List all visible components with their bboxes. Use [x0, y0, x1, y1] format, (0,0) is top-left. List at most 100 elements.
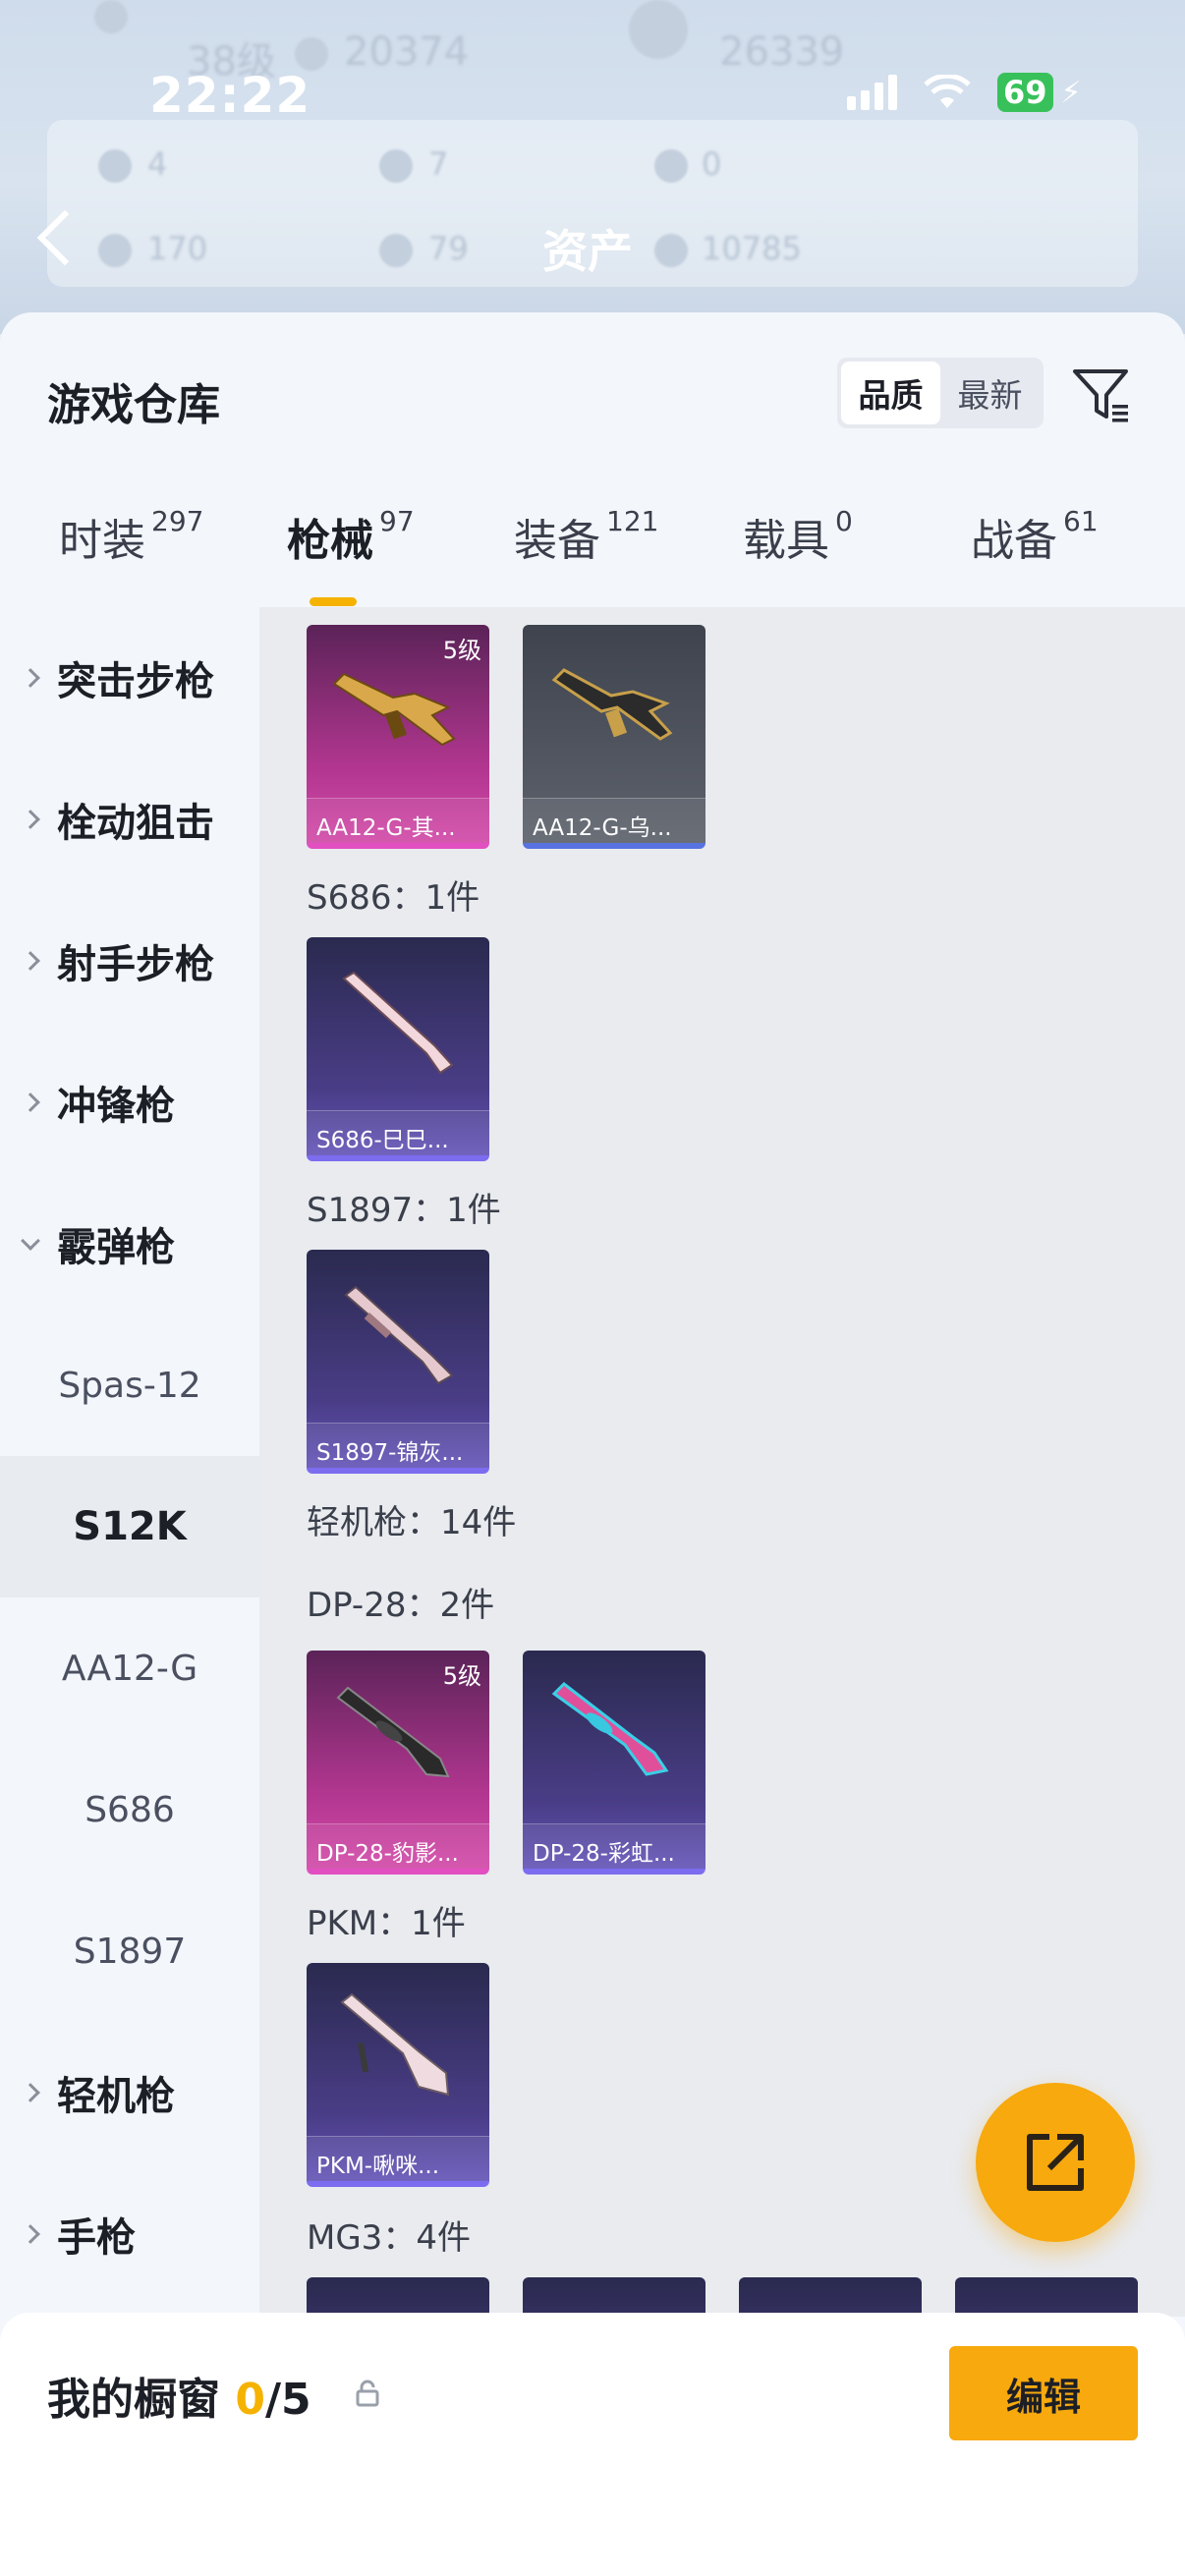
bg-stat-icon: [654, 149, 688, 183]
group-label-mg3: MG3：4件: [307, 2218, 471, 2258]
warehouse-title: 游戏仓库: [47, 380, 220, 430]
sidebar-sub-s1897[interactable]: S1897: [0, 1880, 259, 2022]
chevron-right-icon: [21, 951, 40, 971]
chevron-right-icon: [21, 2083, 40, 2102]
lock-icon: [356, 2380, 379, 2407]
weapon-name: S686-巳巳...: [307, 1110, 489, 1155]
weapon-card[interactable]: [523, 2277, 705, 2317]
weapon-name: AA12-G-乌...: [523, 798, 705, 843]
share-button[interactable]: [976, 2083, 1135, 2242]
showcase-total: /5: [264, 2375, 311, 2425]
wifi-icon: [924, 75, 971, 108]
sidebar-item-label: 射手步枪: [57, 942, 214, 987]
weapon-name: AA12-G-其...: [307, 798, 489, 843]
chevron-right-icon: [21, 810, 40, 829]
sidebar-item-shotgun[interactable]: 霰弹枪: [0, 1173, 259, 1315]
bg-stat-icon: [379, 234, 413, 267]
bg-coins: 20374: [344, 29, 470, 75]
background-header: 38级 20374 26339 4 7 0 170 79 10785 22:22…: [0, 0, 1185, 334]
chevron-right-icon: [21, 1092, 40, 1112]
sort-newest-button[interactable]: 最新: [940, 362, 1040, 424]
charging-icon: ⚡: [1060, 75, 1082, 110]
sidebar-sub-spas12[interactable]: Spas-12: [0, 1315, 259, 1456]
status-icons: 69 ⚡: [847, 73, 1082, 112]
showcase-current-count: 0: [235, 2375, 265, 2425]
tab-label: 载具: [743, 516, 829, 566]
category-tabs: 时装 297 枪械 97 装备 121 载具 0 战备 61: [0, 505, 1185, 613]
signal-icon: [847, 75, 897, 110]
weapon-name: S1897-锦灰...: [307, 1423, 489, 1468]
bg-stat-icon: [379, 149, 413, 183]
bg-coin-icon: [295, 37, 328, 71]
bg-stat-icon: [98, 149, 132, 183]
bg-stat-f: 10785: [702, 230, 802, 267]
tab-equipment[interactable]: 装备 121: [514, 505, 658, 568]
bg-stat-icon: [654, 234, 688, 267]
tab-count: 0: [835, 505, 853, 537]
sidebar-item-label: 手枪: [57, 2215, 136, 2261]
sidebar-item-bolt-sniper[interactable]: 栓动狙击: [0, 749, 259, 890]
shotgun-icon: [342, 971, 454, 1075]
status-time: 22:22: [149, 67, 311, 124]
tab-label: 枪械: [287, 516, 373, 566]
weapon-card[interactable]: AA12-G-乌...: [523, 625, 705, 849]
nav-title: 资产: [542, 225, 633, 278]
warehouse-sheet: 游戏仓库 品质 最新 时装 297 枪械 97 装备 121 载具 0 战备 6…: [0, 312, 1185, 2576]
filter-icon[interactable]: [1069, 364, 1134, 428]
sidebar-item-assault-rifle[interactable]: 突击步枪: [0, 607, 259, 749]
weapon-card[interactable]: S1897-锦灰...: [307, 1250, 489, 1474]
group-label-pkm: PKM：1件: [307, 1904, 466, 1943]
weapon-card[interactable]: [307, 2277, 489, 2317]
group-label-lmg: 轻机枪：14件: [307, 1503, 517, 1542]
bg-stat-a: 4: [147, 145, 168, 183]
tab-fashion[interactable]: 时装 297: [59, 505, 203, 568]
group-label-s1897: S1897：1件: [307, 1191, 501, 1230]
weapon-grid: 5级 AA12-G-其... AA12-G-乌... S686：1件 S686-…: [259, 607, 1185, 2317]
sort-quality-button[interactable]: 品质: [841, 362, 940, 424]
tab-count: 297: [151, 505, 204, 537]
edit-button[interactable]: 编辑: [949, 2346, 1138, 2440]
shotgun-icon: [344, 1285, 454, 1385]
sidebar-item-smg[interactable]: 冲锋枪: [0, 1032, 259, 1173]
sidebar-item-lmg[interactable]: 轻机枪: [0, 2022, 259, 2163]
tab-count: 97: [379, 505, 415, 537]
machine-gun-icon: [336, 1686, 450, 1778]
tab-count: 121: [606, 505, 659, 537]
sidebar-sub-s12k[interactable]: S12K: [0, 1456, 259, 1597]
weapon-card[interactable]: S686-巳巳...: [307, 937, 489, 1161]
weapon-card[interactable]: 5级 AA12-G-其...: [307, 625, 489, 849]
tab-vehicles[interactable]: 载具 0: [743, 505, 853, 568]
bg-stat-icon: [98, 234, 132, 267]
weapon-name: DP-28-豹影...: [307, 1823, 489, 1869]
chevron-down-icon: [21, 1231, 40, 1251]
active-tab-indicator: [310, 597, 357, 606]
weapon-type-sidebar: 突击步枪 栓动狙击 射手步枪 冲锋枪 霰弹枪 Spas-12 S12K AA12…: [0, 607, 259, 2576]
group-label-dp28: DP-28：2件: [307, 1586, 495, 1625]
showcase-panel: 我的橱窗 0/5 编辑: [0, 2313, 1185, 2576]
weapon-name: DP-28-彩虹...: [523, 1823, 705, 1869]
sidebar-item-pistol[interactable]: 手枪: [0, 2163, 259, 2305]
weapon-card[interactable]: PKM-啾咪...: [307, 1963, 489, 2187]
share-icon: [1027, 2134, 1084, 2191]
group-label-s686: S686：1件: [307, 878, 480, 918]
sidebar-item-label: 霰弹枪: [57, 1225, 175, 1270]
sidebar-item-label: 栓动狙击: [57, 801, 214, 846]
tab-count: 61: [1063, 505, 1099, 537]
showcase-title: 我的橱窗 0/5: [47, 2364, 311, 2427]
tab-firearms[interactable]: 枪械 97: [287, 505, 415, 568]
weapon-card[interactable]: [739, 2277, 922, 2317]
bg-points: 26339: [719, 29, 845, 75]
weapon-card[interactable]: 5级 DP-28-豹影...: [307, 1651, 489, 1875]
weapon-name: PKM-啾咪...: [307, 2136, 489, 2181]
chevron-right-icon: [21, 668, 40, 688]
battery-indicator: 69: [997, 73, 1053, 112]
tab-supplies[interactable]: 战备 61: [971, 505, 1099, 568]
sidebar-item-label: 突击步枪: [57, 659, 214, 704]
weapon-card[interactable]: [955, 2277, 1138, 2317]
showcase-label: 我的橱窗: [47, 2375, 220, 2425]
sidebar-item-marksman-rifle[interactable]: 射手步枪: [0, 890, 259, 1032]
sidebar-sub-s686[interactable]: S686: [0, 1739, 259, 1880]
sidebar-item-label: 冲锋枪: [57, 1084, 175, 1129]
sidebar-sub-aa12g[interactable]: AA12-G: [0, 1597, 259, 1739]
weapon-card[interactable]: DP-28-彩虹...: [523, 1651, 705, 1875]
